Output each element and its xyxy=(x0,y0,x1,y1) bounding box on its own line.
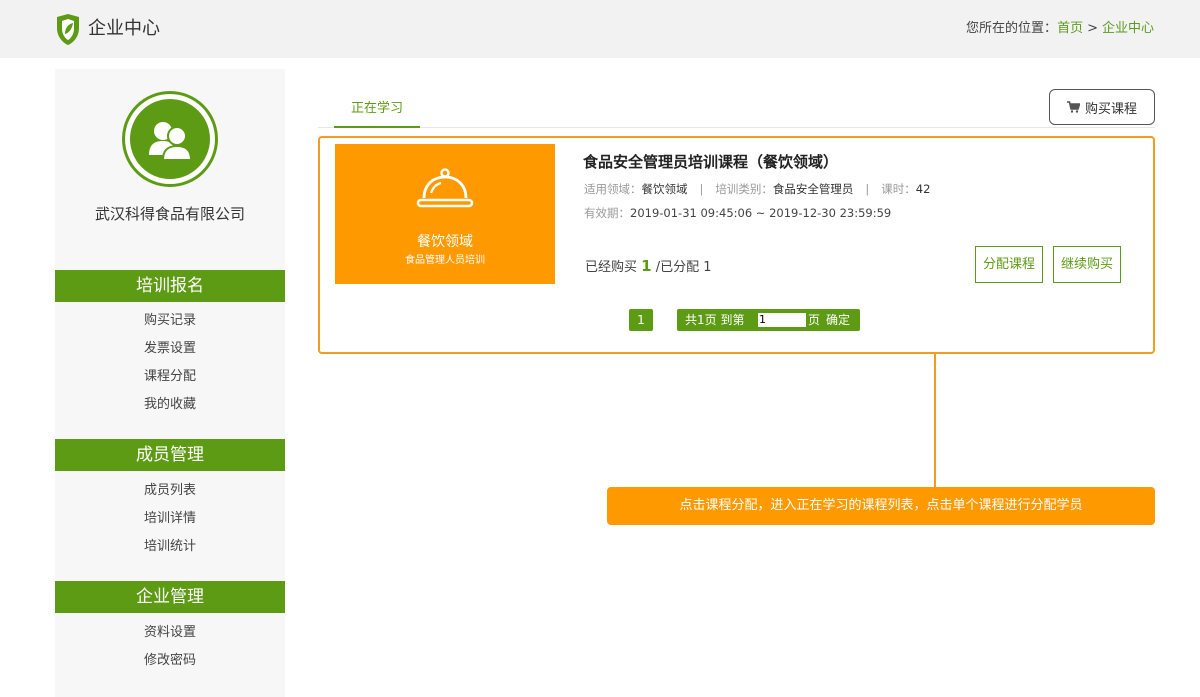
validity-value: 2019-01-31 09:45:06 ~ 2019-12-30 23:59:5… xyxy=(630,206,892,220)
cart-icon xyxy=(1066,101,1080,113)
field-label: 适用领域： xyxy=(584,182,642,196)
tabs-divider xyxy=(318,127,1155,128)
course-title[interactable]: 食品安全管理员培训课程（餐饮领域） xyxy=(583,151,838,172)
menu-profile-settings[interactable]: 资料设置 xyxy=(55,624,285,642)
course-meta: 适用领域：餐饮领域 | 培训类别：食品安全管理员 | 课时：42 xyxy=(584,181,930,197)
hours-value: 42 xyxy=(915,182,931,196)
buy-course-label: 购买课程 xyxy=(1084,101,1137,117)
menu-invoice-settings[interactable]: 发票设置 xyxy=(55,340,285,358)
breadcrumb: 您所在的位置：首页 > 企业中心 xyxy=(966,20,1154,38)
thumbnail-subtitle: 食品管理人员培训 xyxy=(405,255,485,266)
continue-buy-button[interactable]: 继续购买 xyxy=(1053,246,1121,283)
breadcrumb-home-link[interactable]: 首页 xyxy=(1057,21,1083,36)
top-header: 企业中心 您所在的位置：首页 > 企业中心 xyxy=(0,0,1200,58)
page-confirm-button[interactable]: 确定 xyxy=(826,309,850,331)
purchased-count: 1 xyxy=(641,257,652,275)
app-title: 企业中心 xyxy=(88,18,160,39)
breadcrumb-prefix: 您所在的位置： xyxy=(966,21,1058,36)
users-icon xyxy=(149,122,193,161)
buy-course-button[interactable]: 购买课程 xyxy=(1049,89,1155,125)
tab-studying[interactable]: 正在学习 xyxy=(334,98,420,128)
menu-training-stats[interactable]: 培训统计 xyxy=(55,538,285,556)
course-thumbnail[interactable]: 餐饮领域 食品管理人员培训 xyxy=(335,144,555,284)
purchase-status: 已经购买 1 /已分配 1 xyxy=(585,256,712,275)
assigned-text: /已分配 1 xyxy=(655,260,712,275)
thumbnail-title: 餐饮领域 xyxy=(417,234,473,250)
food-cloche-icon xyxy=(416,168,474,208)
category-label: 培训类别： xyxy=(715,182,773,196)
company-name: 武汉科得食品有限公司 xyxy=(94,205,245,223)
field-value: 餐饮领域 xyxy=(641,182,688,196)
breadcrumb-separator: > xyxy=(1087,21,1098,36)
page-summary: 共1页 到第 xyxy=(685,313,745,327)
menu-change-password[interactable]: 修改密码 xyxy=(55,652,285,670)
hours-label: 课时： xyxy=(881,182,916,196)
category-value: 食品安全管理员 xyxy=(772,182,854,196)
page-number-current[interactable]: 1 xyxy=(629,309,653,331)
assign-course-button[interactable]: 分配课程 xyxy=(975,246,1043,283)
page-jump: 共1页 到第 页 确定 xyxy=(677,309,860,331)
callout-connector xyxy=(934,354,936,487)
menu-member-list[interactable]: 成员列表 xyxy=(55,482,285,500)
breadcrumb-current-link[interactable]: 企业中心 xyxy=(1102,21,1154,36)
validity-label: 有效期： xyxy=(584,206,630,220)
shield-leaf-logo-icon xyxy=(57,14,79,45)
menu-purchase-records[interactable]: 购买记录 xyxy=(55,312,285,330)
section-member-management-header: 成员管理 xyxy=(55,439,285,471)
course-validity: 有效期：2019-01-31 09:45:06 ~ 2019-12-30 23:… xyxy=(584,205,891,221)
menu-course-assignment[interactable]: 课程分配 xyxy=(55,368,285,386)
purchased-prefix: 已经购买 xyxy=(585,260,638,275)
sidebar: 武汉科得食品有限公司 培训报名 购买记录 发票设置 课程分配 我的收藏 成员管理… xyxy=(55,69,285,697)
avatar xyxy=(122,91,218,187)
section-company-management-header: 企业管理 xyxy=(55,581,285,613)
page-suffix: 页 xyxy=(808,313,821,327)
menu-training-details[interactable]: 培训详情 xyxy=(55,510,285,528)
meta-divider: | xyxy=(865,182,870,196)
instruction-callout: 点击课程分配，进入正在学习的课程列表，点击单个课程进行分配学员 xyxy=(607,487,1155,525)
meta-divider: | xyxy=(699,182,704,196)
page-jump-input[interactable] xyxy=(758,313,806,327)
menu-my-favorites[interactable]: 我的收藏 xyxy=(55,396,285,414)
section-training-signup-header: 培训报名 xyxy=(55,270,285,302)
